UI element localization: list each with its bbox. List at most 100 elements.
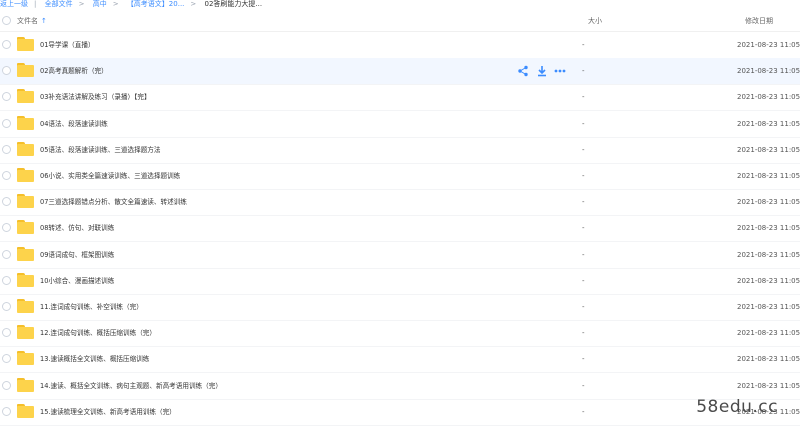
table-row[interactable]: 15.速读梳理全文训练、新高考语用训练（完） - 2021-08-23 11:0…	[0, 399, 800, 426]
folder-icon	[17, 168, 34, 182]
row-checkbox[interactable]	[2, 249, 11, 259]
breadcrumb-current: 02答刷能力大提...	[204, 0, 263, 8]
file-size: -	[582, 329, 585, 338]
breadcrumb-separator: >	[190, 0, 197, 8]
file-name[interactable]: 07三道选择题错点分析、散文全篇速读、转述训练	[40, 198, 187, 206]
table-row[interactable]: 07三道选择题错点分析、散文全篇速读、转述训练 - 2021-08-23 11:…	[0, 189, 800, 217]
row-checkbox[interactable]	[2, 380, 11, 390]
file-modified-time: 2021-08-23 11:05	[737, 355, 800, 364]
breadcrumb-separator: >	[78, 0, 85, 8]
breadcrumb: 返上一级 | 全部文件 > 高中 > 【高考语文】20... > 02答刷能力大提...	[0, 0, 800, 11]
file-size: -	[582, 198, 585, 207]
breadcrumb-separator: >	[112, 0, 119, 8]
row-checkbox[interactable]	[2, 406, 11, 416]
folder-icon	[17, 325, 34, 340]
folder-icon	[17, 194, 34, 209]
file-name[interactable]: 14.速读、概括全文训练、病句主观题、新高考语用训练（完）	[40, 382, 222, 390]
row-checkbox[interactable]	[2, 275, 11, 285]
row-checkbox[interactable]	[2, 197, 11, 207]
file-modified-time: 2021-08-23 11:05	[737, 93, 800, 102]
table-row[interactable]: 03补充语法讲解及练习（录播）【完】 - 2021-08-23 11:05	[0, 84, 800, 112]
file-size: -	[582, 250, 585, 259]
download-icon[interactable]	[536, 65, 548, 77]
table-row[interactable]: 06小说、实用类全篇速读训练、三道选择题训练 - 2021-08-23 11:0…	[0, 163, 800, 190]
folder-icon	[17, 272, 34, 287]
table-row[interactable]: 10小综合、漫画描述训练 - 2021-08-23 11:05	[0, 268, 800, 295]
file-size: -	[582, 93, 585, 102]
folder-icon	[17, 246, 34, 261]
folder-icon	[17, 299, 34, 313]
file-name[interactable]: 04语法、段落速读训练	[40, 120, 108, 128]
row-checkbox[interactable]	[2, 40, 11, 49]
row-checkbox[interactable]	[2, 144, 11, 154]
table-row[interactable]: 13.速读概括全文训练、概括压缩训练 - 2021-08-23 11:05	[0, 346, 800, 374]
file-name[interactable]: 15.速读梳理全文训练、新高考语用训练（完）	[40, 408, 176, 416]
table-row[interactable]: 09语词成句、框架图训练 - 2021-08-23 11:05	[0, 242, 800, 269]
table-row[interactable]: 04语法、段落速读训练 - 2021-08-23 11:05	[0, 111, 800, 138]
file-size: -	[582, 67, 585, 76]
file-modified-time: 2021-08-23 11:05	[737, 198, 800, 207]
select-all-checkbox[interactable]	[2, 16, 11, 25]
row-checkbox[interactable]	[2, 171, 11, 180]
table-row[interactable]: 12.连词成句训练、概括压缩训练（完） - 2021-08-23 11:05	[0, 320, 800, 348]
table-row[interactable]: 11.连词成句训练、补空训练（完） - 2021-08-23 11:05	[0, 294, 800, 321]
sort-up-icon[interactable]: ↑	[41, 17, 47, 25]
breadcrumb-level1-link[interactable]: 高中	[93, 0, 107, 8]
breadcrumb-back-link[interactable]: 返上一级	[0, 0, 28, 8]
table-row[interactable]: 14.速读、概括全文训练、病句主观题、新高考语用训练（完） - 2021-08-…	[0, 373, 800, 400]
row-checkbox[interactable]	[2, 328, 11, 338]
column-header-size[interactable]: 大小	[588, 16, 602, 26]
row-checkbox[interactable]	[2, 118, 11, 128]
file-name[interactable]: 06小说、实用类全篇速读训练、三道选择题训练	[40, 172, 180, 180]
table-row[interactable]: 08转述、仿句、对联训练 - 2021-08-23 11:05	[0, 215, 800, 243]
file-size: -	[582, 224, 585, 233]
folder-icon	[17, 141, 34, 156]
column-header-time[interactable]: 修改日期	[745, 16, 773, 26]
share-icon[interactable]	[517, 65, 529, 77]
row-checkbox[interactable]	[2, 223, 11, 233]
file-name[interactable]: 01导学课（直播）	[40, 41, 95, 49]
table-row[interactable]: 01导学课（直播） - 2021-08-23 11:05	[0, 32, 800, 59]
row-checkbox[interactable]	[2, 66, 11, 76]
file-modified-time: 2021-08-23 11:05	[737, 224, 800, 233]
watermark: 58edu.cc	[696, 397, 778, 417]
table-header: 文件名 ↑ 大小 修改日期	[0, 11, 800, 32]
file-name[interactable]: 02高考真题解析（完）	[40, 67, 108, 75]
more-icon[interactable]	[554, 65, 566, 77]
file-modified-time: 2021-08-23 11:05	[737, 67, 800, 76]
file-size: -	[582, 41, 585, 49]
table-row[interactable]: 02高考真题解析（完） - 2021-08-23 11:05	[0, 58, 800, 86]
file-name[interactable]: 05语法、段落速读训练、三道选择题方法	[40, 146, 160, 154]
breadcrumb-level2-link[interactable]: 【高考语文】20...	[127, 0, 185, 8]
folder-icon	[17, 377, 34, 392]
folder-icon	[17, 63, 34, 78]
table-row[interactable]: 05语法、段落速读训练、三道选择题方法 - 2021-08-23 11:05	[0, 137, 800, 164]
file-modified-time: 2021-08-23 11:05	[737, 41, 800, 49]
file-name[interactable]: 03补充语法讲解及练习（录播）【完】	[40, 93, 151, 101]
file-name[interactable]: 10小综合、漫画描述训练	[40, 277, 114, 285]
file-size: -	[582, 276, 585, 285]
file-modified-time: 2021-08-23 11:05	[737, 276, 800, 285]
file-modified-time: 2021-08-23 11:05	[737, 381, 800, 390]
file-name[interactable]: 12.连词成句训练、概括压缩训练（完）	[40, 329, 156, 337]
folder-icon	[17, 351, 34, 366]
file-modified-time: 2021-08-23 11:05	[737, 329, 800, 338]
file-size: -	[582, 355, 585, 364]
folder-icon	[17, 220, 34, 235]
breadcrumb-separator: |	[34, 0, 37, 8]
row-checkbox[interactable]	[2, 354, 11, 364]
row-checkbox[interactable]	[2, 92, 11, 102]
file-modified-time: 2021-08-23 11:05	[737, 250, 800, 259]
file-modified-time: 2021-08-23 11:05	[737, 119, 800, 128]
file-size: -	[582, 381, 585, 390]
file-name[interactable]: 11.连词成句训练、补空训练（完）	[40, 303, 143, 311]
column-header-name-label: 文件名	[17, 17, 38, 25]
file-name[interactable]: 08转述、仿句、对联训练	[40, 224, 114, 232]
row-checkbox[interactable]	[2, 302, 11, 311]
column-header-name[interactable]: 文件名 ↑	[17, 16, 47, 26]
file-name[interactable]: 13.速读概括全文训练、概括压缩训练	[40, 355, 149, 363]
file-name[interactable]: 09语词成句、框架图训练	[40, 251, 114, 259]
folder-icon	[17, 37, 34, 51]
breadcrumb-all-files-link[interactable]: 全部文件	[45, 0, 73, 8]
file-size: -	[582, 303, 585, 311]
